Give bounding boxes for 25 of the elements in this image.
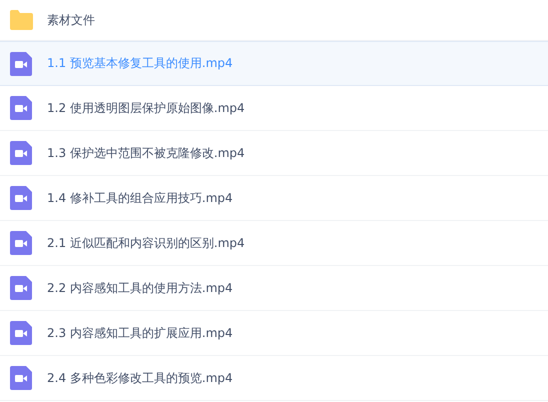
file-name: 1.2 使用透明图层保护原始图像.mp4 — [47, 100, 245, 116]
video-file-icon — [10, 96, 32, 120]
file-row[interactable]: 1.4 修补工具的组合应用技巧.mp4 — [0, 176, 548, 221]
video-file-icon — [10, 276, 32, 300]
file-name: 1.4 修补工具的组合应用技巧.mp4 — [47, 190, 233, 206]
video-file-icon — [10, 186, 32, 210]
file-name: 2.3 内容感知工具的扩展应用.mp4 — [47, 324, 233, 342]
file-row[interactable]: 1.3 保护选中范围不被克隆修改.mp4 — [0, 131, 548, 176]
file-name: 2.1 近似匹配和内容识别的区别.mp4 — [47, 234, 245, 252]
file-row[interactable]: 1.2 使用透明图层保护原始图像.mp4 — [0, 86, 548, 131]
video-file-icon — [10, 52, 32, 76]
video-file-icon — [10, 366, 32, 390]
file-row[interactable]: 2.4 多种色彩修改工具的预览.mp4 — [0, 356, 548, 401]
video-file-icon — [10, 141, 32, 165]
file-row[interactable]: 2.3 内容感知工具的扩展应用.mp4 — [0, 311, 548, 356]
file-name: 2.4 多种色彩修改工具的预览.mp4 — [47, 370, 233, 386]
video-file-icon — [10, 231, 32, 255]
file-row[interactable]: 2.2 内容感知工具的使用方法.mp4 — [0, 266, 548, 311]
file-name: 1.3 保护选中范围不被克隆修改.mp4 — [47, 144, 245, 162]
file-name: 1.1 预览基本修复工具的使用.mp4 — [47, 55, 233, 72]
file-name: 2.2 内容感知工具的使用方法.mp4 — [47, 280, 233, 296]
file-name: 素材文件 — [47, 12, 95, 28]
video-file-icon — [10, 321, 32, 345]
folder-icon — [9, 10, 33, 30]
file-row[interactable]: 2.1 近似匹配和内容识别的区别.mp4 — [0, 221, 548, 266]
